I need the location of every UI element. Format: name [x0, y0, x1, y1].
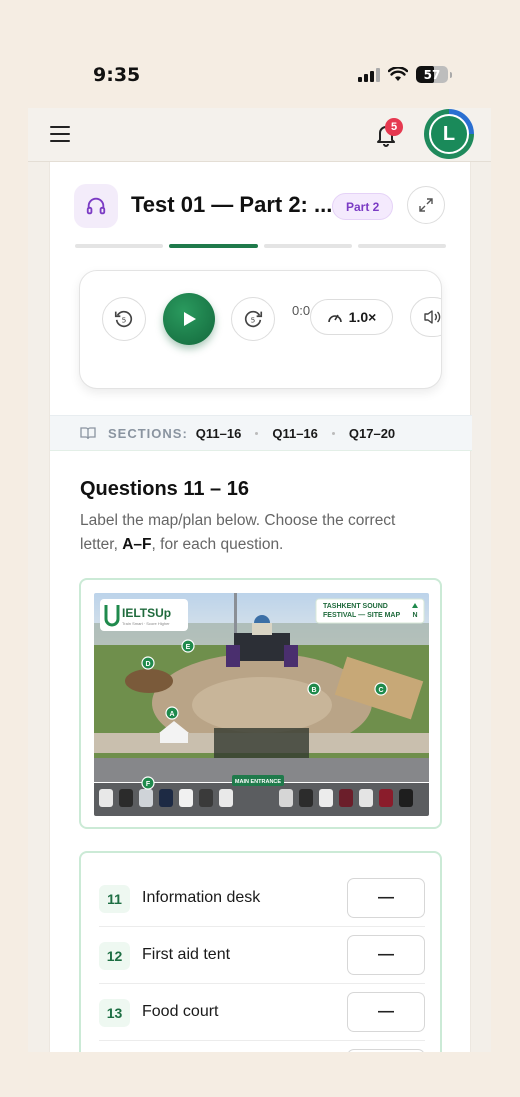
festival-map-image[interactable]: IELTSUp Train Smart · Score Higher TASHK… [94, 593, 429, 816]
map-main-entrance: MAIN ENTRANCE [235, 779, 281, 785]
expand-icon [419, 198, 433, 212]
map-card: IELTSUp Train Smart · Score Higher TASHK… [79, 578, 442, 829]
map-marker-a: A [165, 706, 179, 720]
speed-label: 1.0× [348, 309, 377, 325]
play-button[interactable] [163, 293, 215, 345]
map-marker-b: B [307, 682, 321, 696]
app-frame: 5 L Test 01 — Part 2: ... Part 2 5 5 0:0… [28, 108, 491, 1052]
section-chip[interactable]: Q17–20 [349, 426, 395, 441]
signal-icon [358, 67, 380, 82]
letter-range: A–F [122, 536, 152, 553]
question-label: Information desk [142, 889, 261, 906]
svg-text:B: B [311, 687, 316, 694]
volume-button[interactable] [410, 297, 441, 337]
sections-label: SECTIONS: [108, 425, 188, 441]
map-title-line1: TASHKENT SOUND [323, 603, 388, 610]
map-marker-c: C [374, 682, 388, 696]
status-time: 9:35 [93, 64, 141, 86]
question-number: 13 [99, 999, 130, 1027]
battery-level: 57 [423, 67, 441, 82]
test-panel: Test 01 — Part 2: ... Part 2 5 5 0:0 1.0… [49, 162, 472, 1052]
svg-text:F: F [146, 781, 151, 788]
rewind-icon: 5 [114, 310, 133, 328]
svg-text:E: E [186, 644, 191, 651]
audio-player: 5 5 0:0 1.0× [79, 270, 442, 389]
answers-card: 11 Information desk — 12 First aid tent … [79, 851, 442, 1052]
part-badge: Part 2 [332, 193, 394, 220]
question-label: First aid tent [142, 946, 231, 963]
map-logo-tagline: Train Smart · Score Higher [122, 621, 170, 626]
volume-icon [424, 310, 441, 324]
gauge-icon [327, 314, 342, 323]
avatar[interactable]: L [424, 109, 474, 159]
section-chip[interactable]: Q11–16 [272, 426, 318, 441]
progress-segment [263, 244, 352, 248]
answer-select[interactable]: — [347, 878, 425, 918]
avatar-initial: L [429, 114, 469, 154]
map-marker-f: F [141, 776, 155, 790]
svg-text:D: D [145, 661, 150, 668]
page-title: Test 01 — Part 2: ... [131, 192, 333, 217]
top-bar: 5 L [28, 108, 491, 162]
expand-button[interactable] [407, 186, 445, 224]
question-label: Food court [142, 1003, 219, 1020]
section-chip[interactable]: Q11–16 [196, 426, 242, 441]
rewind-5-button[interactable]: 5 [102, 297, 146, 341]
progress-segment [357, 244, 446, 248]
svg-text:A: A [169, 711, 174, 718]
play-icon [184, 312, 196, 326]
forward-icon: 5 [244, 310, 263, 328]
question-number: 11 [99, 885, 130, 913]
question-number: 12 [99, 942, 130, 970]
speed-button[interactable]: 1.0× [310, 299, 393, 335]
battery-icon: 57 [416, 66, 448, 83]
map-title-line2: FESTIVAL — SITE MAP [323, 612, 400, 619]
part-progress [75, 244, 446, 248]
answer-select[interactable] [347, 1049, 425, 1052]
answer-select[interactable]: — [347, 935, 425, 975]
map-logo-text: IELTSUp [122, 606, 171, 620]
menu-icon[interactable] [50, 126, 70, 142]
questions-instruction: Label the map/plan below. Choose the cor… [80, 512, 396, 553]
status-icons: 57 [358, 66, 452, 83]
progress-segment [75, 244, 164, 248]
svg-text:C: C [378, 687, 383, 694]
sections-nav: SECTIONS: Q11–16 Q11–16 Q17–20 [50, 415, 472, 451]
forward-5-button[interactable]: 5 [231, 297, 275, 341]
map-marker-d: D [141, 656, 155, 670]
map-north: N [412, 612, 417, 619]
wifi-icon [388, 67, 408, 81]
map-marker-e: E [181, 639, 195, 653]
progress-segment-active [169, 244, 258, 248]
headphones-icon [74, 184, 118, 228]
status-bar: 9:35 57 [0, 0, 520, 108]
questions-heading: Questions 11 – 16 [80, 478, 249, 500]
rewind-seconds: 5 [122, 316, 127, 325]
test-header: Test 01 — Part 2: ... Part 2 [50, 184, 472, 228]
answer-row-partial [99, 1041, 425, 1052]
book-icon [80, 427, 96, 440]
answer-row: 13 Food court — [99, 984, 425, 1041]
answer-row: 12 First aid tent — [99, 927, 425, 984]
notification-badge: 5 [385, 118, 403, 136]
answer-row: 11 Information desk — [99, 870, 425, 927]
forward-seconds: 5 [251, 316, 256, 325]
answer-select[interactable]: — [347, 992, 425, 1032]
